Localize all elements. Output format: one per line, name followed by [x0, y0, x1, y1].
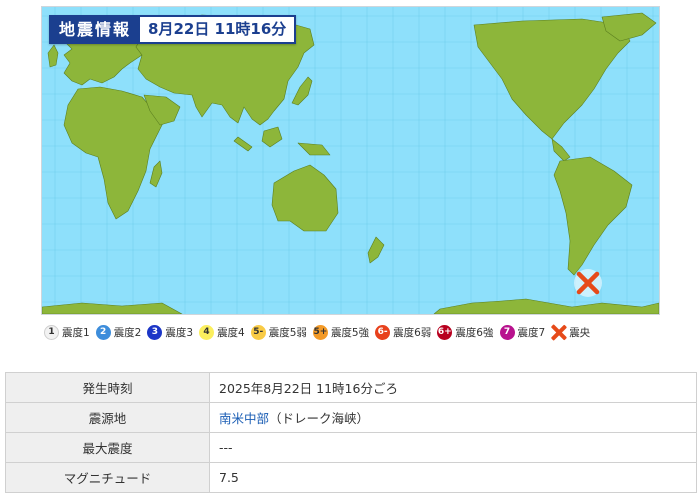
map-title: 地震情報: [51, 17, 141, 42]
magnitude-label: マグニチュード: [5, 462, 210, 493]
legend-item-5-lower: 5- 震度5弱: [250, 324, 307, 340]
region-link[interactable]: 南米中部: [219, 411, 269, 426]
legend-label: 震度1: [62, 326, 90, 339]
table-row: マグニチュード 7.5: [5, 462, 697, 493]
legend-item-7: 7 震度7: [499, 324, 546, 340]
intensity-6-lower-badge: 6-: [375, 324, 391, 340]
legend-item-6-lower: 6- 震度6弱: [375, 324, 432, 340]
legend-label: 震度7: [517, 326, 546, 339]
legend-label: 震度3: [165, 326, 194, 339]
legend-label: 震度4: [217, 326, 245, 339]
legend-item-1: 1 震度1: [44, 324, 90, 340]
intensity-1-badge: 1: [44, 324, 59, 340]
intensity-7-badge: 7: [499, 324, 515, 340]
intensity-6-upper-badge: 6+: [437, 324, 453, 340]
intensity-5-upper-badge: 5+: [312, 324, 328, 340]
legend-item-epicenter: 震央: [551, 325, 590, 340]
map-title-box: 地震情報 8月22日 11時16分: [49, 15, 297, 44]
table-row: 最大震度 ---: [5, 432, 697, 463]
intensity-4-badge: 4: [199, 324, 215, 340]
legend-label: 震度6強: [455, 326, 494, 339]
place-label: 震源地: [5, 402, 210, 433]
magnitude-value: 7.5: [209, 462, 697, 493]
earthquake-info-table: 発生時刻 2025年8月22日 11時16分ごろ 震源地 南米中部（ドレーク海峡…: [5, 372, 697, 493]
legend-label: 震度5強: [330, 326, 370, 339]
earthquake-map: 地震情報 8月22日 11時16分: [41, 6, 660, 315]
legend-item-2: 2 震度2: [95, 324, 142, 340]
legend-label: 震度2: [113, 326, 142, 339]
legend-item-3: 3 震度3: [147, 324, 194, 340]
max-intensity-value: ---: [209, 432, 697, 463]
world-map: [42, 7, 659, 314]
table-row: 震源地 南米中部（ドレーク海峡）: [5, 402, 697, 433]
time-value: 2025年8月22日 11時16分ごろ: [209, 372, 697, 403]
time-label: 発生時刻: [5, 372, 210, 403]
epicenter-cross-icon: [574, 269, 602, 297]
legend-label: 震度5弱: [268, 326, 307, 339]
legend-item-6-upper: 6+ 震度6強: [437, 324, 494, 340]
intensity-5-lower-badge: 5-: [250, 324, 266, 340]
epicenter-cross-icon: [551, 325, 566, 340]
place-value: 南米中部（ドレーク海峡）: [209, 402, 697, 433]
legend-item-5-upper: 5+ 震度5強: [312, 324, 370, 340]
intensity-legend: 1 震度1 2 震度2 3 震度3 4 震度4 5- 震度5弱 5+ 震度5強 …: [41, 318, 661, 346]
legend-item-4: 4 震度4: [199, 324, 245, 340]
intensity-2-badge: 2: [95, 324, 111, 340]
intensity-3-badge: 3: [147, 324, 163, 340]
legend-label: 震央: [569, 326, 591, 339]
map-date: 8月22日 11時16分: [148, 20, 287, 38]
table-row: 発生時刻 2025年8月22日 11時16分ごろ: [5, 372, 697, 403]
max-intensity-label: 最大震度: [5, 432, 210, 463]
legend-label: 震度6弱: [393, 326, 432, 339]
place-detail: （ドレーク海峡）: [269, 411, 370, 426]
